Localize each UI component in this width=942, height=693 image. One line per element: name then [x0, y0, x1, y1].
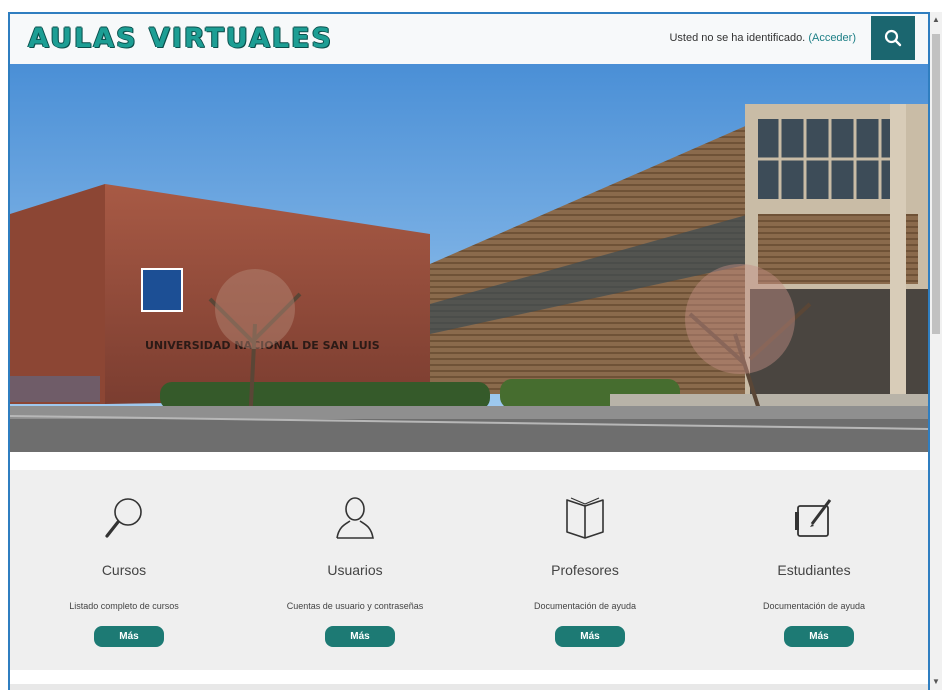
browser-frame: AULAS VIRTUALES Usted no se ha identific…	[8, 12, 930, 690]
login-info: Usted no se ha identificado. (Acceder)	[669, 32, 856, 44]
scroll-thumb[interactable]	[932, 34, 940, 334]
feature-description: Documentación de ayuda	[762, 601, 866, 611]
feature-teachers: Profesores Documentación de ayuda Más	[471, 470, 699, 670]
more-button-students[interactable]: Más	[784, 626, 854, 647]
scroll-up-arrow-icon[interactable]: ▲	[932, 16, 940, 24]
search-button[interactable]	[871, 16, 915, 60]
feature-description: Documentación de ayuda	[533, 601, 637, 611]
more-button-users[interactable]: Más	[325, 626, 395, 647]
search-icon	[884, 29, 902, 47]
feature-title: Profesores	[551, 562, 619, 578]
feature-title: Cursos	[101, 562, 147, 578]
book-icon	[566, 497, 604, 539]
more-button-courses[interactable]: Más	[94, 626, 164, 647]
feature-section: Cursos Listado completo de cursos Más Us…	[10, 470, 928, 670]
scroll-down-arrow-icon[interactable]: ▼	[932, 678, 940, 686]
login-status-text: Usted no se ha identificado.	[669, 32, 806, 44]
feature-title: Estudiantes	[777, 562, 851, 578]
tablet-pen-icon	[795, 499, 832, 537]
page-scrollbar[interactable]: ▲ ▼	[930, 12, 942, 690]
site-logo[interactable]: AULAS VIRTUALES	[28, 23, 333, 54]
user-icon	[336, 497, 374, 539]
hero-image: UNIVERSIDAD NACIONAL DE SAN LUIS	[10, 64, 928, 452]
feature-students: Estudiantes Documentación de ayuda Más	[700, 470, 928, 670]
section-divider	[10, 684, 928, 690]
more-button-teachers[interactable]: Más	[555, 626, 625, 647]
feature-description: Cuentas de usuario y contraseñas	[286, 601, 424, 611]
feature-title: Usuarios	[327, 562, 383, 578]
feature-description: Listado completo de cursos	[69, 601, 179, 611]
site-header: AULAS VIRTUALES Usted no se ha identific…	[10, 14, 928, 65]
magnifier-icon	[105, 498, 142, 538]
feature-courses: Cursos Listado completo de cursos Más	[10, 470, 238, 670]
feature-users: Usuarios Cuentas de usuario y contraseña…	[241, 470, 469, 670]
login-link[interactable]: (Acceder)	[808, 32, 856, 44]
